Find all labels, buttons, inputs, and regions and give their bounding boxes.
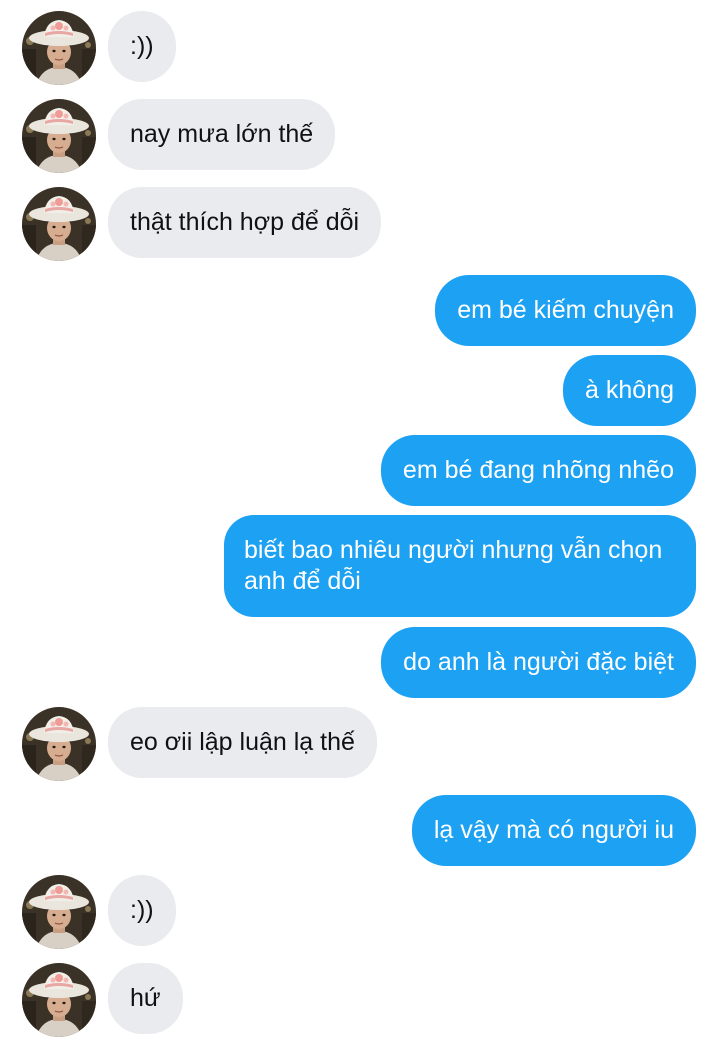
contact-avatar-icon[interactable] [22,99,96,173]
outgoing-message-bubble[interactable]: em bé kiếm chuyện [435,275,696,346]
message-text: :)) [130,32,154,60]
contact-avatar-icon[interactable] [22,11,96,85]
contact-avatar-icon[interactable] [22,707,96,781]
message-text: thật thích hợp để dỗi [130,208,360,236]
message-text: hứ [130,984,161,1012]
incoming-message-bubble[interactable]: :)) [108,11,176,82]
incoming-message-bubble[interactable]: eo ơii lập luận lạ thế [108,707,377,778]
message-text: biết bao nhiêu người nhưng vẫn chọn anh … [244,536,663,595]
message-text: eo ơii lập luận lạ thế [130,728,355,756]
contact-avatar-icon[interactable] [22,963,96,1037]
incoming-message-bubble[interactable]: hứ [108,963,183,1034]
message-text: em bé kiếm chuyện [457,296,674,324]
message-text: :)) [130,896,154,924]
contact-avatar-icon[interactable] [22,187,96,261]
incoming-message-bubble[interactable]: :)) [108,875,176,946]
contact-avatar-icon[interactable] [22,875,96,949]
outgoing-message-bubble[interactable]: biết bao nhiêu người nhưng vẫn chọn anh … [224,515,696,617]
message-text: lạ vậy mà có người iu [433,816,674,844]
incoming-message-bubble[interactable]: thật thích hợp để dỗi [108,187,382,258]
outgoing-message-bubble[interactable]: à không [563,355,696,426]
outgoing-message-bubble[interactable]: lạ vậy mà có người iu [411,795,696,866]
outgoing-message-bubble[interactable]: do anh là người đặc biệt [381,627,696,698]
message-text: do anh là người đặc biệt [403,648,674,676]
message-text: em bé đang nhõng nhẽo [402,456,674,484]
message-text: à không [585,376,674,404]
incoming-message-bubble[interactable]: nay mưa lớn thế [108,99,336,170]
message-thread: :)) nay mưa lớn thế thật thích hợp để dỗ… [0,0,719,1039]
outgoing-message-bubble[interactable]: em bé đang nhõng nhẽo [380,435,696,506]
message-text: nay mưa lớn thế [130,120,314,148]
